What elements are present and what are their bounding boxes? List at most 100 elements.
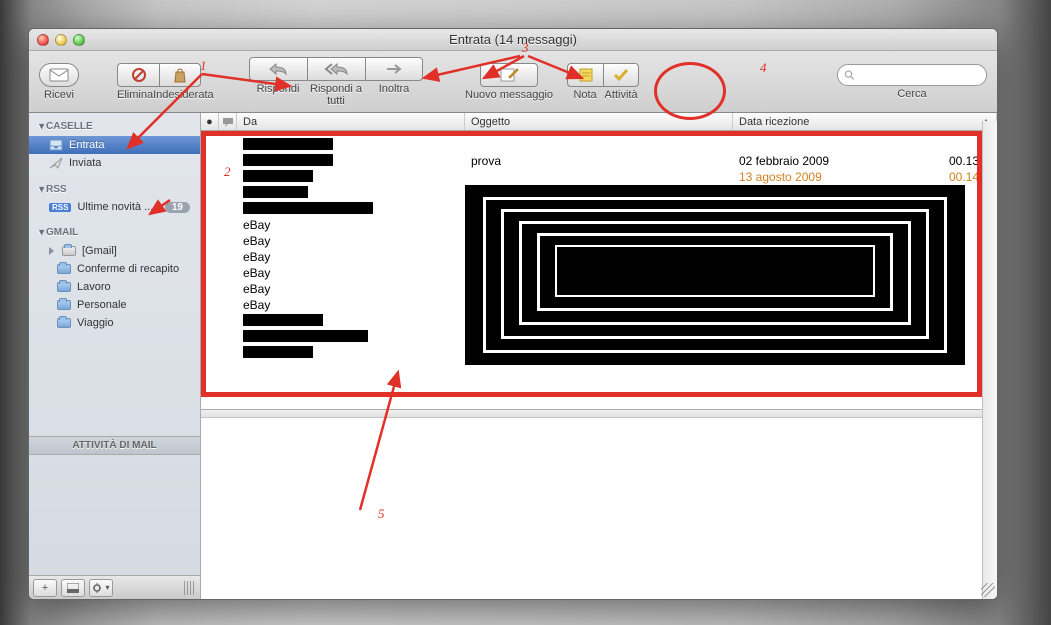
activity-label: Attività <box>603 89 639 101</box>
reply-all-button[interactable] <box>307 57 365 81</box>
mail-activity-header: ATTIVITÀ DI MAIL <box>29 436 200 455</box>
activity-button[interactable] <box>603 63 639 87</box>
search-label: Cerca <box>897 88 926 100</box>
new-message-button[interactable] <box>480 63 538 87</box>
delete-button[interactable] <box>117 63 159 87</box>
mailboxes-header: ▸CASELLE <box>29 117 200 136</box>
reply-button[interactable] <box>249 57 307 81</box>
redacted-from <box>243 346 313 358</box>
folder-label: Viaggio <box>77 317 114 329</box>
from-column-header[interactable]: Da <box>237 113 465 130</box>
forward-label: Inoltra <box>365 83 423 107</box>
sent-icon <box>49 156 63 170</box>
folder-icon <box>57 280 71 294</box>
rss-count-badge: 19 <box>165 202 190 213</box>
flag-column-header[interactable] <box>219 113 237 130</box>
reply-all-arrow-icon <box>324 62 350 76</box>
receive-button[interactable] <box>39 63 79 87</box>
annotation-label-3: 3 <box>522 40 529 56</box>
folder-icon <box>57 316 71 330</box>
redacted-overlay <box>465 185 965 365</box>
junk-button[interactable] <box>159 63 201 87</box>
column-headers: ● Da Oggetto Data ricezione <box>201 113 997 131</box>
sent-label: Inviata <box>69 157 101 169</box>
zoom-button[interactable] <box>73 34 85 46</box>
no-entry-icon <box>131 67 147 83</box>
sidebar-item-folder[interactable]: Conferme di recapito <box>29 260 200 278</box>
reply-all-label: Rispondi a tutti <box>307 83 365 107</box>
message-row[interactable]: 13 agosto 200900.14 <box>201 169 997 185</box>
rss-icon: RSS <box>49 203 71 212</box>
checkmark-icon <box>613 68 629 82</box>
window-controls <box>37 34 85 46</box>
redacted-from <box>243 154 333 166</box>
preview-scrollbar[interactable] <box>982 121 997 599</box>
folder-icon <box>62 244 76 258</box>
sidebar-item-rss-feed[interactable]: RSS Ultime novità ... 19 <box>29 199 200 215</box>
annotation-label-5: 5 <box>378 506 385 522</box>
inbox-icon <box>49 138 63 152</box>
action-menu-button[interactable]: ▾ <box>89 579 113 597</box>
envelope-icon <box>49 68 69 82</box>
toolbar: Ricevi EliminaIndesiderata <box>29 51 997 113</box>
new-message-label: Nuovo messaggio <box>465 89 553 101</box>
panel-icon <box>67 583 79 593</box>
redacted-from <box>243 170 313 182</box>
close-button[interactable] <box>37 34 49 46</box>
redacted-from <box>243 186 308 198</box>
gmail-folder-label: [Gmail] <box>82 245 117 257</box>
message-from: eBay <box>243 218 270 232</box>
search-input[interactable] <box>859 69 980 81</box>
gear-icon <box>92 582 104 594</box>
receive-label: Ricevi <box>44 89 74 101</box>
search-field[interactable] <box>837 64 987 86</box>
status-column-header[interactable]: ● <box>201 113 219 130</box>
message-list[interactable]: prova02 febbraio 200900.1313 agosto 2009… <box>201 131 997 409</box>
message-subject: prova <box>465 154 733 168</box>
gmail-header: ▸GMAIL <box>29 223 200 242</box>
sidebar-item-sent[interactable]: Inviata <box>29 154 200 172</box>
date-column-header[interactable]: Data ricezione <box>733 113 997 130</box>
annotation-label-4: 4 <box>760 60 767 76</box>
resize-grip-icon[interactable] <box>184 581 196 595</box>
message-from: eBay <box>243 282 270 296</box>
forward-arrow-icon <box>383 62 405 76</box>
minimize-button[interactable] <box>55 34 67 46</box>
mail-window: Entrata (14 messaggi) Ricevi EliminaInde… <box>28 28 998 600</box>
message-from: eBay <box>243 298 270 312</box>
sidebar-item-folder[interactable]: Lavoro <box>29 278 200 296</box>
disclosure-triangle-icon[interactable] <box>49 247 54 255</box>
main-pane: ● Da Oggetto Data ricezione prova02 febb… <box>201 113 997 599</box>
redacted-from <box>243 330 368 342</box>
annotation-label-1: 1 <box>200 58 207 74</box>
junk-bag-icon <box>173 67 187 83</box>
preview-splitter[interactable] <box>201 410 997 418</box>
annotation-label-2: 2 <box>224 164 231 180</box>
compose-icon <box>499 67 519 83</box>
message-from: eBay <box>243 250 270 264</box>
add-button[interactable]: + <box>33 579 57 597</box>
redacted-from <box>243 202 373 214</box>
forward-button[interactable] <box>365 57 423 81</box>
sidebar-item-gmail-root[interactable]: [Gmail] <box>29 242 200 260</box>
message-date: 02 febbraio 2009 <box>733 154 908 168</box>
sidebar-toolbar: + ▾ <box>29 575 200 599</box>
folder-icon <box>57 298 71 312</box>
sidebar-item-folder[interactable]: Viaggio <box>29 314 200 332</box>
note-button[interactable] <box>567 63 603 87</box>
message-from: eBay <box>243 234 270 248</box>
sidebar-item-inbox[interactable]: Entrata <box>29 136 200 154</box>
message-from: eBay <box>243 266 270 280</box>
subject-column-header[interactable]: Oggetto <box>465 113 733 130</box>
redacted-from <box>243 314 323 326</box>
folder-label: Lavoro <box>77 281 111 293</box>
titlebar: Entrata (14 messaggi) <box>29 29 997 51</box>
sidebar-item-folder[interactable]: Personale <box>29 296 200 314</box>
folder-icon <box>57 262 71 276</box>
note-icon <box>579 68 593 82</box>
message-row[interactable]: prova02 febbraio 200900.13 <box>201 153 997 169</box>
show-button[interactable] <box>61 579 85 597</box>
reply-arrow-icon <box>268 62 290 76</box>
message-row[interactable] <box>201 137 997 153</box>
window-resize-grip[interactable] <box>981 583 995 597</box>
